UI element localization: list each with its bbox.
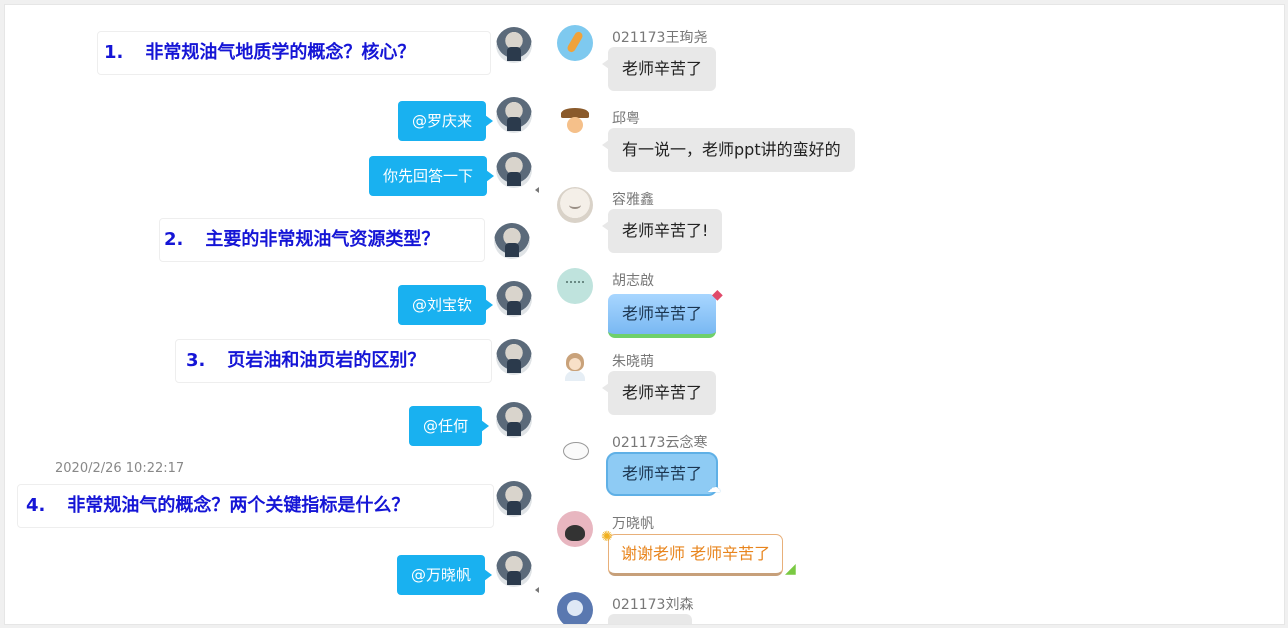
user-name: 容雅鑫 — [612, 192, 654, 208]
chat-window: 1. 非常规油气地质学的概念？核心？ @罗庆来 你先回答一下 2. 主要的非常规油气… — [4, 4, 1285, 625]
message-timestamp: 2020/2/26 10:22:17 — [55, 461, 185, 476]
teacher-avatar[interactable] — [496, 339, 532, 375]
question-number: 4. — [26, 495, 46, 516]
teacher-avatar[interactable] — [496, 281, 532, 317]
face-icon — [567, 600, 583, 616]
message-bubble: 老师辛苦了 — [606, 452, 719, 496]
sun-icon: ✺ — [601, 529, 613, 545]
mention-bubble: 你先回答一下 — [369, 156, 495, 196]
message-bubble: 有一说一，老师ppt讲的蛮好的 — [602, 128, 855, 172]
user-name: 万晓帆 — [612, 516, 654, 532]
question-text: 页岩油和油页岩的区别？ — [227, 350, 426, 371]
teacher-avatar[interactable] — [496, 27, 532, 63]
teacher-avatar[interactable] — [496, 152, 532, 188]
message-bubble — [608, 614, 692, 624]
cloud-icon: ☁ — [707, 480, 721, 496]
mention-bubble: @万晓帆 — [397, 555, 493, 595]
mention-bubble: @罗庆来 — [398, 101, 494, 141]
question-message: 4. 非常规油气的概念？两个关键指标是什么？ — [17, 484, 494, 528]
body-icon — [565, 371, 585, 381]
question-text: 主要的非常规油气资源类型？ — [205, 229, 440, 250]
question-number: 2. — [164, 229, 184, 250]
carrot-icon — [566, 30, 584, 54]
message-bubble: 老师辛苦了 — [608, 294, 717, 338]
leaf-icon: ◢ — [785, 561, 796, 577]
message-bubble: 老师辛苦了 — [601, 47, 717, 91]
teacher-avatar[interactable] — [496, 551, 532, 587]
teacher-avatar[interactable] — [496, 481, 532, 517]
user-avatar[interactable] — [557, 187, 593, 223]
user-avatar[interactable] — [557, 592, 593, 624]
black-cat-icon — [565, 525, 585, 541]
sheep-avatar-icon — [563, 442, 589, 460]
face-icon — [569, 358, 581, 370]
user-name: 胡志啟 — [612, 273, 654, 289]
user-avatar[interactable] — [557, 430, 593, 466]
user-avatar[interactable] — [557, 511, 593, 547]
question-text: 非常规油气地质学的概念？核心？ — [145, 42, 416, 63]
user-name: 021173刘森 — [612, 597, 694, 613]
mention-bubble: @刘宝钦 — [398, 285, 494, 325]
teacher-avatar[interactable] — [496, 402, 532, 438]
user-avatar[interactable] — [557, 106, 593, 142]
mention-bubble: @任何 — [409, 406, 490, 446]
user-avatar[interactable] — [557, 268, 593, 304]
user-name: 朱晓萌 — [612, 354, 654, 370]
teacher-avatar[interactable] — [496, 97, 532, 133]
user-name: 邱粤 — [612, 111, 640, 127]
message-bubble: 老师辛苦了 — [601, 371, 717, 415]
question-number: 3. — [186, 350, 206, 371]
user-avatar[interactable] — [557, 25, 593, 61]
question-message: 1. 非常规油气地质学的概念？核心？ — [97, 31, 491, 75]
question-number: 1. — [104, 42, 124, 63]
user-name: 021173王珣尧 — [612, 30, 708, 46]
user-avatar[interactable] — [557, 349, 593, 385]
scroll-marker-icon — [535, 187, 539, 193]
message-bubble: 谢谢老师 老师辛苦了 — [608, 534, 784, 576]
cat-icon — [569, 201, 581, 209]
message-bubble: 老师辛苦了! — [601, 209, 723, 253]
face-icon — [567, 117, 583, 133]
question-message: 2. 主要的非常规油气资源类型？ — [159, 218, 485, 262]
kite-icon: ◆ — [712, 287, 723, 303]
question-text: 非常规油气的概念？两个关键指标是什么？ — [67, 495, 410, 516]
scroll-marker-icon — [535, 587, 539, 593]
user-name: 021173云念寒 — [612, 435, 708, 451]
question-message: 3. 页岩油和油页岩的区别？ — [175, 339, 492, 383]
teacher-avatar[interactable] — [494, 223, 530, 259]
face-icon — [566, 281, 584, 286]
